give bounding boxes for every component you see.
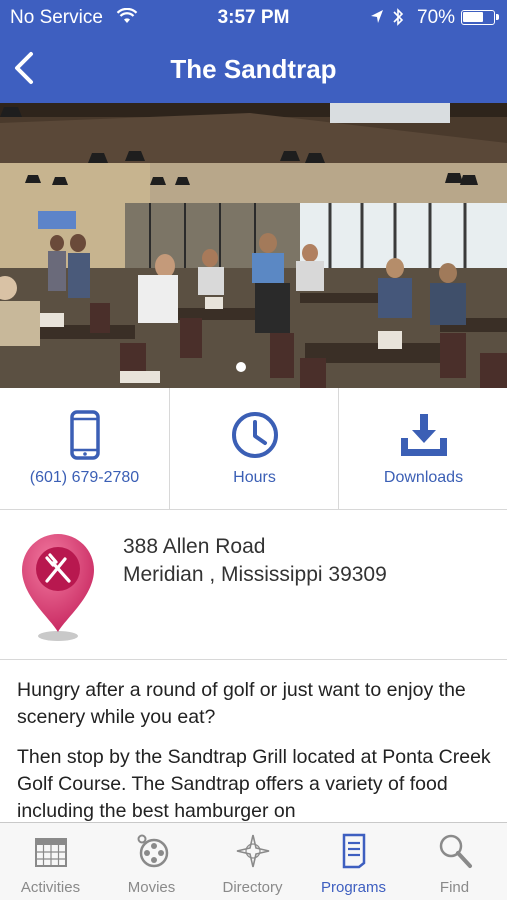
battery-percent: 70% xyxy=(417,7,456,28)
tab-programs[interactable]: Programs xyxy=(303,823,404,900)
action-row: (601) 679-2780 Hours Downloads xyxy=(0,388,507,510)
film-reel-icon xyxy=(137,834,169,868)
address-line2: Meridian , Mississippi 39309 xyxy=(123,563,387,586)
hours-button[interactable]: Hours xyxy=(169,388,338,510)
address-line1: 388 Allen Road xyxy=(123,535,266,558)
phone-icon xyxy=(70,410,100,460)
nav-bar: The Sandtrap xyxy=(0,36,507,103)
phone-number-label: (601) 679-2780 xyxy=(29,469,140,486)
tab-label: Directory xyxy=(222,879,283,896)
hero-photo[interactable] xyxy=(0,103,507,388)
bluetooth-icon xyxy=(393,8,404,26)
restaurant-interior-image xyxy=(0,103,507,388)
tab-activities[interactable]: Activities xyxy=(0,823,101,900)
hours-label: Hours xyxy=(233,469,276,486)
tab-directory[interactable]: Directory xyxy=(202,823,303,900)
download-icon xyxy=(401,414,447,456)
restaurant-pin-icon xyxy=(22,534,94,641)
search-icon xyxy=(439,834,472,868)
tab-label: Movies xyxy=(127,879,176,896)
battery-icon xyxy=(461,10,499,25)
tab-movies[interactable]: Movies xyxy=(101,823,202,900)
compass-icon xyxy=(236,834,270,868)
status-bar: No Service 3:57 PM 70% xyxy=(0,0,507,36)
description-paragraph: Hungry after a round of golf or just wan… xyxy=(17,679,466,728)
page-title: The Sandtrap xyxy=(170,54,337,84)
tab-label: Activities xyxy=(20,879,81,896)
calendar-icon xyxy=(35,838,67,867)
clock-icon xyxy=(232,412,278,458)
downloads-label: Downloads xyxy=(383,469,464,486)
call-button[interactable]: (601) 679-2780 xyxy=(0,388,169,510)
carousel-page-indicator xyxy=(236,362,246,372)
document-icon xyxy=(342,833,366,869)
location-icon xyxy=(371,10,383,23)
description-paragraph: Then stop by the Sandtrap Grill located … xyxy=(17,746,491,822)
address-section[interactable]: 388 Allen Road Meridian , Mississippi 39… xyxy=(0,510,507,660)
tab-label: Find xyxy=(439,879,470,896)
description: Hungry after a round of golf or just wan… xyxy=(17,677,497,822)
tab-label: Programs xyxy=(320,879,387,896)
tab-find[interactable]: Find xyxy=(404,823,505,900)
header: No Service 3:57 PM 70% The Sandtrap xyxy=(0,0,507,103)
tab-bar: Activities Movies Directory Programs Fin… xyxy=(0,822,507,900)
downloads-button[interactable]: Downloads xyxy=(338,388,507,510)
